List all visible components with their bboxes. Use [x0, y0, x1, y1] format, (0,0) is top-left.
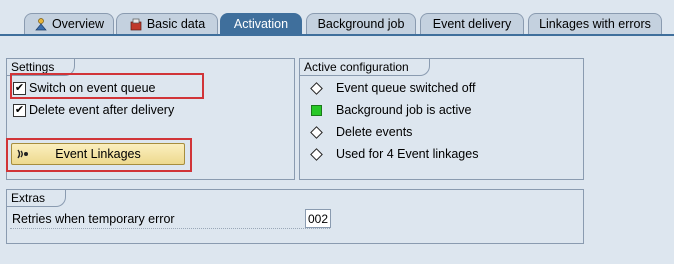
tab-event-delivery-label: Event delivery — [432, 17, 512, 31]
tab-overview-label: Overview — [51, 17, 105, 31]
config-item-background-job: Background job is active — [309, 102, 472, 118]
switch-on-event-queue-checkbox[interactable]: ✔ — [13, 81, 26, 95]
diamond-icon — [310, 125, 323, 139]
delete-event-checkbox[interactable]: ✔ — [13, 103, 26, 117]
delete-event-label: Delete event after delivery — [29, 103, 175, 117]
tab-background-job[interactable]: Background job — [306, 13, 416, 34]
tab-activation[interactable]: Activation — [220, 13, 302, 34]
overview-icon — [34, 17, 48, 31]
retries-input[interactable]: 002 — [305, 209, 331, 228]
config-item-delete-events: Delete events — [309, 124, 412, 140]
config-item-linkages: Used for 4 Event linkages — [309, 146, 478, 162]
check-icon: ✔ — [14, 81, 25, 94]
config-item-label: Event queue switched off — [336, 81, 476, 95]
diamond-icon — [310, 81, 323, 95]
tab-overview[interactable]: Overview — [24, 13, 114, 34]
delete-event-row[interactable]: ✔ Delete event after delivery — [13, 102, 174, 118]
diamond-icon — [310, 147, 323, 161]
tab-basic-data[interactable]: Basic data — [116, 13, 218, 34]
check-icon: ✔ — [14, 103, 25, 116]
config-item-queue: Event queue switched off — [309, 80, 475, 96]
tab-background-job-label: Background job — [317, 17, 405, 31]
config-item-label: Delete events — [336, 125, 413, 139]
retries-label-underline — [10, 228, 330, 229]
tab-basic-data-label: Basic data — [146, 17, 206, 31]
config-item-label: Used for 4 Event linkages — [336, 147, 479, 161]
switch-on-event-queue-row[interactable]: ✔ Switch on event queue — [13, 80, 155, 96]
extras-group-title: Extras — [7, 190, 67, 207]
retries-label: Retries when temporary error — [12, 212, 175, 226]
basic-data-icon — [129, 17, 143, 31]
tab-linkages-with-errors[interactable]: Linkages with errors — [528, 13, 662, 34]
config-item-label: Background job is active — [336, 103, 472, 117]
tab-event-delivery[interactable]: Event delivery — [420, 13, 524, 34]
event-linkages-icon — [16, 147, 30, 161]
event-linkages-button[interactable]: Event Linkages — [11, 143, 185, 165]
event-linkages-button-label: Event Linkages — [55, 147, 141, 161]
green-square-icon — [311, 104, 322, 116]
active-configuration-title: Active configuration — [300, 59, 430, 76]
tab-strip: Overview Basic data Activation Backgroun… — [0, 0, 674, 35]
switch-on-event-queue-label: Switch on event queue — [29, 81, 156, 95]
tab-activation-label: Activation — [233, 17, 289, 31]
tab-linkages-with-errors-label: Linkages with errors — [539, 17, 651, 31]
